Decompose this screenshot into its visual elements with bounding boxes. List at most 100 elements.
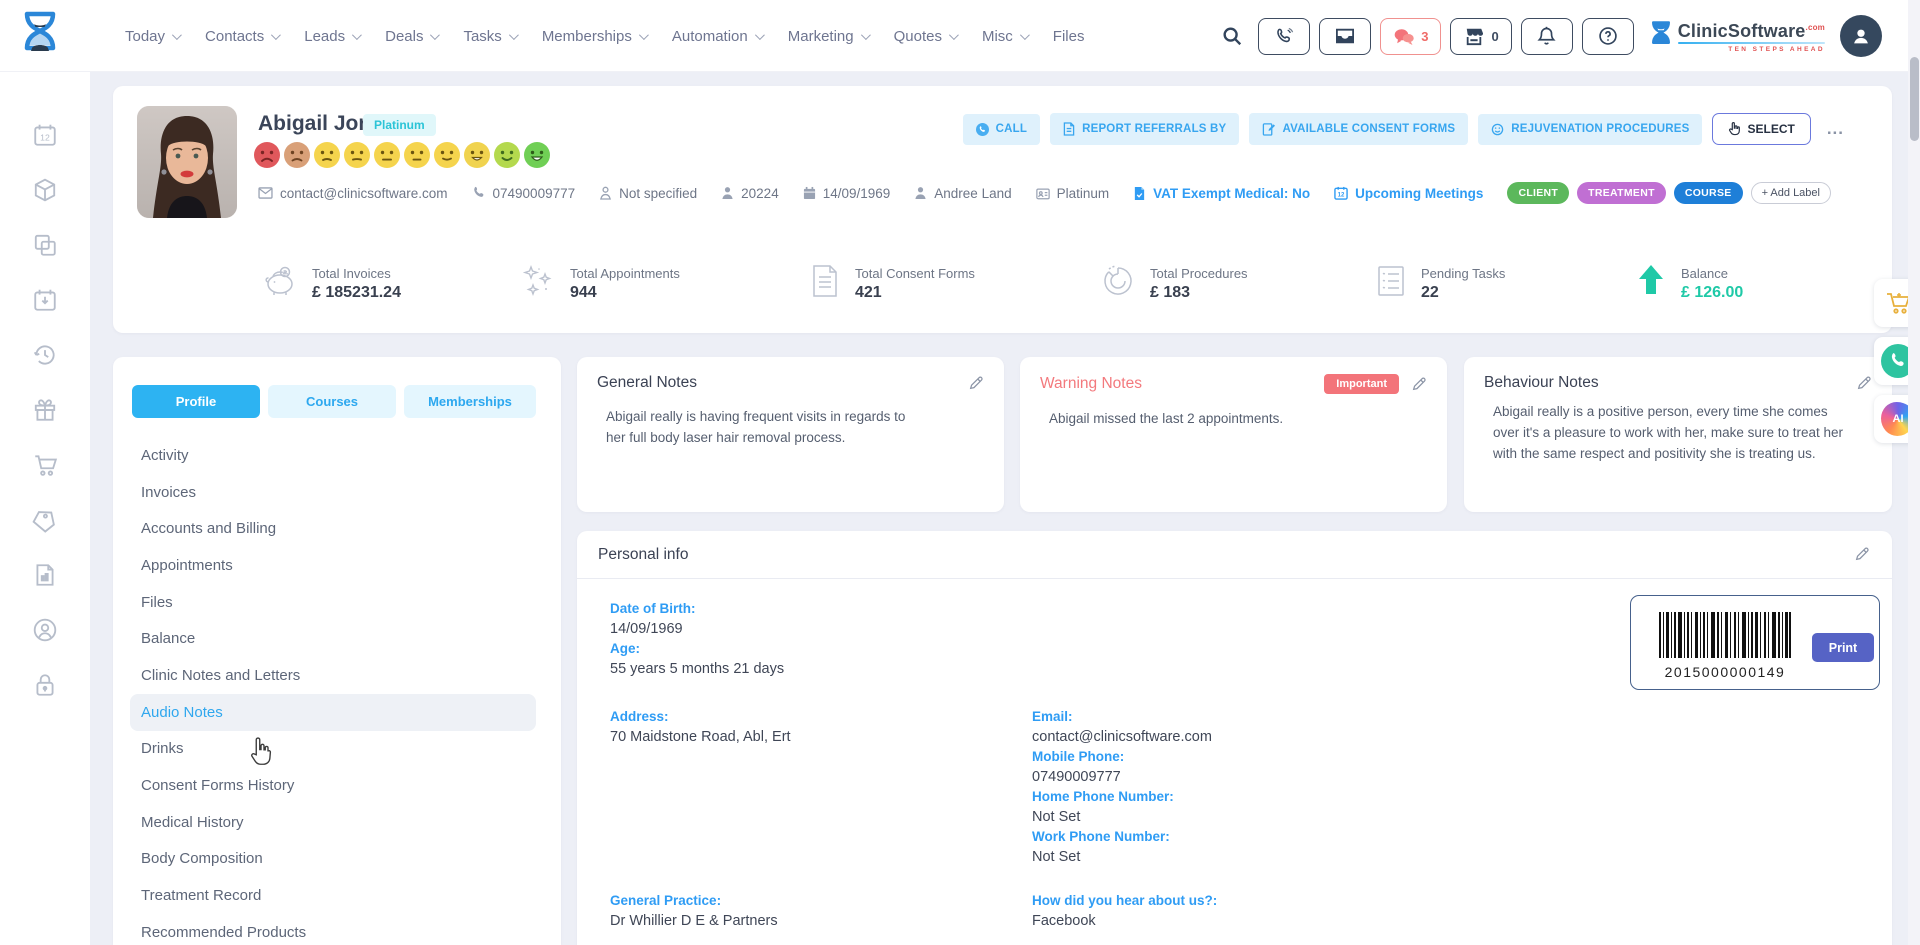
field-label: Address:: [610, 709, 791, 724]
select-button[interactable]: SELECT: [1712, 113, 1810, 145]
stat-label: Total Invoices: [312, 266, 401, 281]
patient-photo[interactable]: [137, 106, 237, 218]
nav-files[interactable]: Files: [1053, 28, 1085, 45]
mood-upset-icon[interactable]: [283, 141, 311, 169]
copy-icon[interactable]: [32, 232, 58, 258]
dialer-button[interactable]: [1258, 18, 1310, 55]
nav-misc[interactable]: Misc: [982, 28, 1027, 45]
menu-invoices[interactable]: Invoices: [113, 474, 561, 511]
id-card-icon: [1036, 187, 1050, 200]
mood-angry-icon[interactable]: [253, 141, 281, 169]
menu-activity[interactable]: Activity: [113, 437, 561, 474]
nav-automation[interactable]: Automation: [672, 28, 762, 45]
tab-profile[interactable]: Profile: [132, 385, 260, 418]
menu-body-composition[interactable]: Body Composition: [113, 841, 561, 878]
nav-leads[interactable]: Leads: [304, 28, 359, 45]
app-logo[interactable]: [20, 10, 60, 60]
cart-icon[interactable]: [32, 452, 58, 478]
mood-flat-icon[interactable]: [373, 141, 401, 169]
inbox-button[interactable]: [1319, 18, 1371, 55]
patient-dob[interactable]: 14/09/1969: [803, 186, 891, 201]
tag-icon[interactable]: [32, 507, 58, 533]
upcoming-meetings-link[interactable]: 12 Upcoming Meetings: [1334, 186, 1483, 201]
gift-icon[interactable]: [32, 397, 58, 423]
nav-deals[interactable]: Deals: [385, 28, 437, 45]
help-button[interactable]: [1582, 18, 1634, 55]
field-work-phone: Work Phone Number: Not Set: [1032, 829, 1170, 865]
tab-courses[interactable]: Courses: [268, 385, 396, 418]
more-actions-button[interactable]: ...: [1821, 119, 1850, 139]
vat-text: VAT Exempt Medical: No: [1153, 186, 1310, 201]
mood-happy-icon[interactable]: [493, 141, 521, 169]
nav-contacts[interactable]: Contacts: [205, 28, 278, 45]
menu-clinic-notes-and-letters[interactable]: Clinic Notes and Letters: [113, 657, 561, 694]
edit-icon[interactable]: [1854, 546, 1870, 567]
calendar-import-icon[interactable]: [32, 287, 58, 313]
nav-marketing[interactable]: Marketing: [788, 28, 868, 45]
mood-sad-icon[interactable]: [313, 141, 341, 169]
available-consent-forms-button[interactable]: AVAILABLE CONSENT FORMS: [1249, 113, 1468, 145]
stats-row: Total Invoices£ 185231.24 Total Appointm…: [113, 262, 1892, 326]
package-icon[interactable]: [32, 177, 58, 203]
history-icon[interactable]: [32, 342, 58, 368]
top-navbar: Today Contacts Leads Deals Tasks Members…: [0, 0, 1908, 72]
field-label: Age:: [610, 641, 784, 656]
calendar-icon[interactable]: 12: [32, 122, 58, 148]
menu-balance[interactable]: Balance: [113, 620, 561, 657]
mood-ok-icon[interactable]: [433, 141, 461, 169]
mood-delighted-icon[interactable]: [523, 141, 551, 169]
patient-id[interactable]: 20224: [721, 186, 779, 201]
nav-label: Quotes: [894, 28, 942, 45]
store-button[interactable]: 0: [1450, 18, 1511, 55]
report-referrals-button[interactable]: REPORT REFERRALS BY: [1050, 113, 1239, 145]
field-label: Email:: [1032, 709, 1212, 724]
call-button[interactable]: CALL: [963, 114, 1040, 145]
patient-branch[interactable]: Andree Land: [914, 186, 1011, 201]
search-button[interactable]: [1215, 19, 1249, 53]
nav-tasks[interactable]: Tasks: [463, 28, 515, 45]
label-treatment[interactable]: TREATMENT: [1577, 182, 1666, 204]
edit-icon[interactable]: [1856, 375, 1872, 391]
field-value: contact@clinicsoftware.com: [1032, 729, 1212, 745]
menu-files[interactable]: Files: [113, 584, 561, 621]
menu-audio-notes[interactable]: Audio Notes: [130, 694, 536, 731]
user-avatar-button[interactable]: [1840, 15, 1882, 57]
print-button[interactable]: Print: [1812, 633, 1874, 662]
lock-icon[interactable]: [32, 672, 58, 698]
patient-phone[interactable]: 07490009777: [472, 186, 576, 201]
nav-today[interactable]: Today: [125, 28, 179, 45]
mood-neutral-icon[interactable]: [403, 141, 431, 169]
edit-icon[interactable]: [1411, 376, 1427, 392]
menu-recommended-products[interactable]: Recommended Products: [113, 914, 561, 945]
brand-logo[interactable]: ClinicSoftware.com TEN STEPS AHEAD: [1649, 19, 1825, 53]
notifications-button[interactable]: [1521, 18, 1573, 55]
label-client[interactable]: CLIENT: [1507, 182, 1569, 204]
scrollbar-thumb[interactable]: [1910, 57, 1919, 141]
nav-quotes[interactable]: Quotes: [894, 28, 956, 45]
add-label-button[interactable]: + Add Label: [1751, 182, 1831, 204]
mood-smile-icon[interactable]: [463, 141, 491, 169]
menu-accounts-and-billing[interactable]: Accounts and Billing: [113, 510, 561, 547]
report-icon[interactable]: [32, 562, 58, 588]
patient-membership[interactable]: Platinum: [1036, 186, 1110, 201]
page-scrollbar[interactable]: [1908, 0, 1920, 945]
patient-address-status[interactable]: Not specified: [599, 186, 697, 201]
rejuvenation-procedures-button[interactable]: REJUVENATION PROCEDURES: [1478, 114, 1702, 145]
vat-exempt-link[interactable]: VAT Exempt Medical: No: [1133, 186, 1310, 201]
label-course[interactable]: COURSE: [1674, 182, 1743, 204]
tab-memberships[interactable]: Memberships: [404, 385, 536, 418]
menu-medical-history[interactable]: Medical History: [113, 804, 561, 841]
menu-consent-forms-history[interactable]: Consent Forms History: [113, 767, 561, 804]
behaviour-notes-card: Behaviour Notes Abigail really is a posi…: [1464, 357, 1892, 512]
patient-email[interactable]: contact@clinicsoftware.com: [258, 186, 448, 201]
tier-badge: Platinum: [363, 114, 436, 136]
account-icon[interactable]: [32, 617, 58, 643]
edit-icon[interactable]: [968, 375, 984, 391]
menu-treatment-record[interactable]: Treatment Record: [113, 877, 561, 914]
nav-memberships[interactable]: Memberships: [542, 28, 646, 45]
menu-appointments[interactable]: Appointments: [113, 547, 561, 584]
menu-drinks[interactable]: Drinks: [113, 731, 561, 768]
mood-meh-icon[interactable]: [343, 141, 371, 169]
chat-notifications-button[interactable]: 3: [1380, 18, 1441, 55]
sparkles-icon: [519, 262, 557, 305]
